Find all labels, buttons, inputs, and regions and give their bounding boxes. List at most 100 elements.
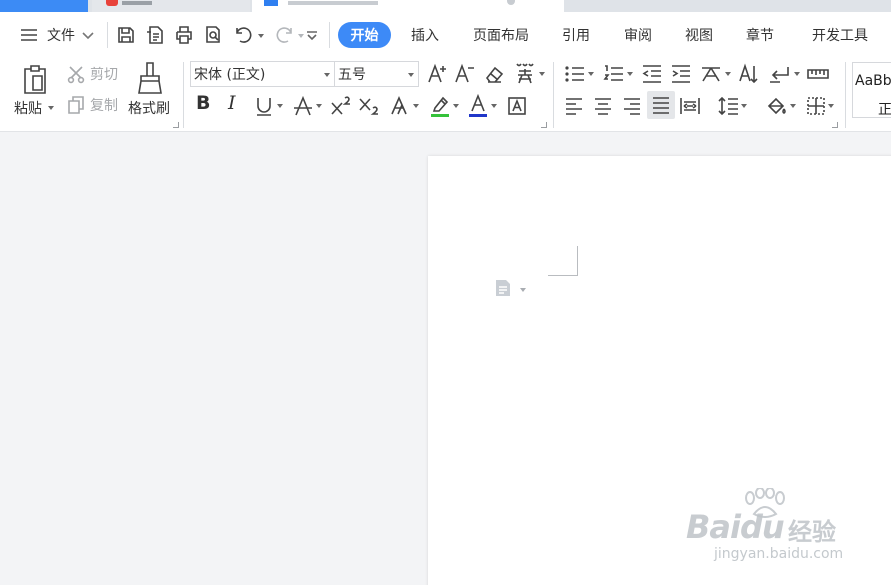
- highlight-dropdown-icon[interactable]: [453, 104, 459, 108]
- redo-icon: [276, 27, 292, 43]
- decrease-indent-button[interactable]: [640, 61, 664, 87]
- tab-developer[interactable]: 开发工具: [804, 24, 876, 46]
- cut-button[interactable]: 剪切: [62, 63, 122, 85]
- font-family-select[interactable]: 宋体 (正文): [190, 61, 335, 87]
- print-button[interactable]: [173, 23, 195, 47]
- align-center-button[interactable]: [591, 93, 615, 119]
- tab-document-1[interactable]: [92, 0, 250, 12]
- clipboard-group-launcher[interactable]: [173, 122, 179, 128]
- ribbon-toolbar: 粘贴 剪切 复制 格式刷 宋体 (正文) 五号 B I: [0, 58, 891, 132]
- text-effects-dropdown-icon[interactable]: [412, 104, 419, 108]
- marks-dropdown-icon[interactable]: [794, 72, 800, 76]
- bullets-button[interactable]: [562, 61, 596, 87]
- increase-indent-button[interactable]: [669, 61, 693, 87]
- shading-dropdown-icon[interactable]: [790, 104, 796, 108]
- tab-document-2-title: [288, 1, 378, 5]
- watermark-brand: Baidu: [686, 508, 785, 546]
- shrink-font-icon: [455, 63, 474, 83]
- export-pdf-button[interactable]: [144, 23, 166, 47]
- paste-dropdown-icon[interactable]: [48, 106, 54, 110]
- style-sample-text: AaBb: [855, 73, 891, 89]
- font-size-select[interactable]: 五号: [334, 61, 419, 87]
- copy-button[interactable]: 复制: [62, 94, 122, 116]
- paste-label[interactable]: 粘贴: [14, 98, 42, 118]
- document-assistant-dropdown-icon[interactable]: [520, 288, 526, 292]
- increase-font-size-button[interactable]: [426, 62, 450, 86]
- chinese-layout-button[interactable]: [697, 61, 733, 87]
- bullets-dropdown-icon[interactable]: [588, 72, 594, 76]
- borders-icon: [807, 97, 825, 115]
- undo-button[interactable]: [232, 23, 264, 47]
- styles-gallery-item[interactable]: AaBb 正: [852, 62, 891, 118]
- font-color-button[interactable]: [465, 93, 499, 119]
- character-border-icon: [508, 97, 526, 115]
- strikethrough-button[interactable]: [290, 93, 324, 119]
- strikethrough-dropdown-icon[interactable]: [315, 104, 322, 108]
- tab-home[interactable]: [0, 0, 88, 12]
- paragraph-mark-icon: [770, 67, 789, 83]
- borders-button[interactable]: [802, 93, 838, 119]
- copy-label: 复制: [90, 98, 118, 114]
- file-menu-button[interactable]: 文件: [14, 24, 100, 46]
- borders-dropdown-icon[interactable]: [828, 104, 834, 108]
- paint-bucket-icon: [767, 97, 786, 115]
- save-icon: [118, 27, 134, 43]
- file-menu-label: 文件: [47, 28, 75, 44]
- highlight-color-button[interactable]: [427, 93, 461, 119]
- font-size-dropdown-icon: [408, 73, 414, 77]
- tab-insert[interactable]: 插入: [404, 24, 446, 46]
- tab-start[interactable]: 开始: [338, 22, 391, 48]
- paragraph-group-launcher[interactable]: [832, 122, 838, 128]
- format-painter-button[interactable]: [134, 60, 166, 96]
- align-right-button[interactable]: [620, 93, 644, 119]
- character-border-button[interactable]: [505, 93, 529, 119]
- print-preview-button[interactable]: [202, 23, 224, 47]
- line-spacing-dropdown-icon[interactable]: [741, 104, 747, 108]
- shading-button[interactable]: [763, 93, 799, 119]
- word-doc-icon: [264, 0, 278, 6]
- numbering-dropdown-icon[interactable]: [627, 72, 633, 76]
- font-color-dropdown-icon[interactable]: [491, 104, 497, 108]
- document-assistant-button[interactable]: [494, 278, 512, 302]
- font-group-launcher[interactable]: [541, 122, 547, 128]
- tab-view[interactable]: 视图: [678, 24, 720, 46]
- text-effects-button[interactable]: [387, 93, 421, 119]
- chinese-layout-dropdown-icon[interactable]: [725, 72, 731, 76]
- phonetic-dropdown-icon[interactable]: [539, 72, 545, 76]
- paste-button[interactable]: [16, 62, 54, 96]
- line-spacing-button[interactable]: [714, 93, 750, 119]
- tab-chapter[interactable]: 章节: [739, 24, 781, 46]
- align-left-button[interactable]: [562, 93, 586, 119]
- tab-document-2[interactable]: [252, 0, 564, 12]
- chevron-down-icon: [82, 32, 94, 40]
- numbering-button[interactable]: [601, 61, 635, 87]
- watermark-cn: 经验: [788, 518, 836, 546]
- italic-button[interactable]: I: [228, 94, 236, 113]
- tab-close-icon[interactable]: [507, 0, 515, 5]
- tab-review[interactable]: 审阅: [617, 24, 659, 46]
- tab-references[interactable]: 引用: [555, 24, 597, 46]
- undo-dropdown-icon[interactable]: [257, 34, 264, 38]
- superscript-button[interactable]: [329, 93, 353, 119]
- justify-button[interactable]: [647, 91, 675, 119]
- decrease-font-size-button[interactable]: [453, 62, 477, 86]
- bullet-list-icon: [565, 66, 584, 82]
- watermark: Baidu 经验 jingyan.baidu.com: [680, 488, 850, 568]
- line-spacing-icon: [718, 96, 738, 116]
- tab-page-layout[interactable]: 页面布局: [466, 24, 536, 46]
- redo-button[interactable]: [272, 23, 304, 47]
- underline-dropdown-icon[interactable]: [276, 104, 283, 108]
- phonetic-guide-button[interactable]: [511, 60, 547, 88]
- ruler-button[interactable]: [805, 61, 831, 87]
- save-button[interactable]: [115, 23, 137, 47]
- sort-button[interactable]: [737, 61, 761, 87]
- customize-quick-access-button[interactable]: [303, 23, 321, 47]
- distributed-align-button[interactable]: [678, 93, 702, 119]
- subscript-button[interactable]: [357, 93, 381, 119]
- clear-formatting-button[interactable]: [482, 62, 506, 86]
- bold-button[interactable]: B: [196, 94, 210, 113]
- format-painter-label[interactable]: 格式刷: [128, 98, 170, 118]
- show-hide-marks-button[interactable]: [766, 61, 802, 87]
- underline-button[interactable]: [252, 93, 284, 119]
- copy-icon: [68, 96, 84, 114]
